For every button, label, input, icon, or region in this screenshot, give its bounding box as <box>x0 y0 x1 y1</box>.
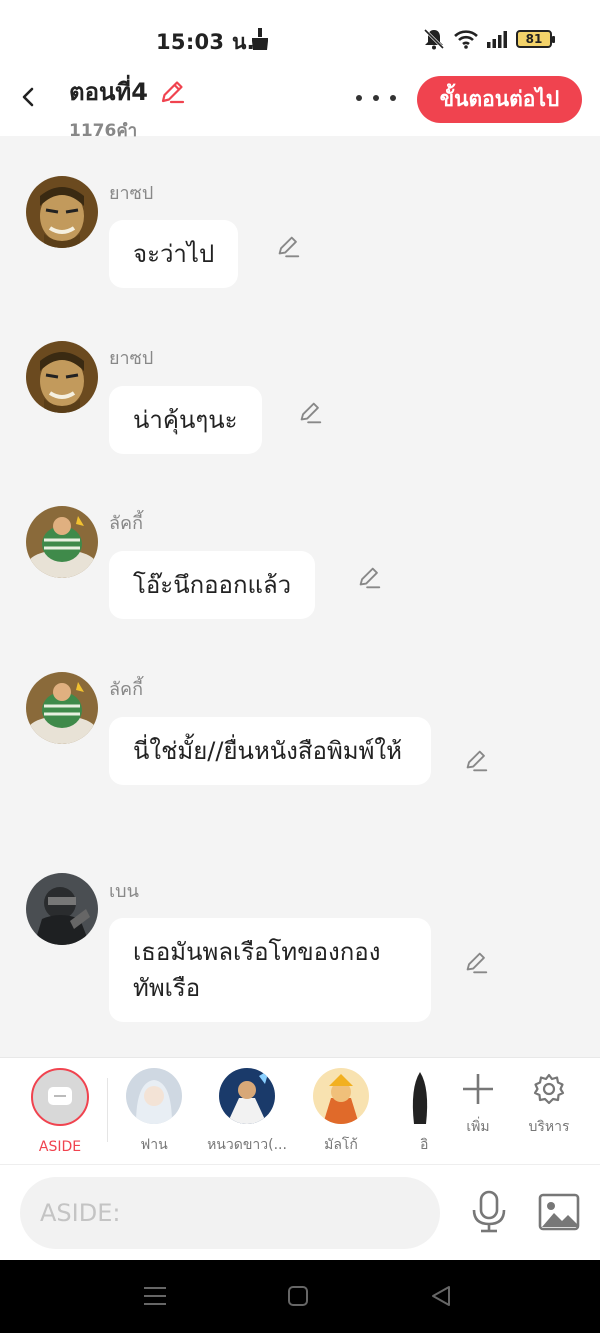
mute-bell-icon <box>423 28 445 50</box>
character-label: มัลโก้ <box>324 1137 358 1153</box>
message-bubble[interactable]: นี่ใช่มั้ย//ยื่นหนังสือพิมพ์ให้ <box>109 717 431 785</box>
chat-bubble-icon <box>48 1087 72 1105</box>
home-icon[interactable] <box>287 1285 309 1307</box>
gear-icon <box>533 1073 565 1105</box>
character-item[interactable]: หนวดขาว(... <box>207 1068 287 1156</box>
chat-area[interactable]: ยาซป จะว่าไป ยาซป น่าคุ้นๆนะ ลัคกี้ โอ๊ะ… <box>0 136 600 1056</box>
speaker-name: ลัคกี้ <box>109 679 143 700</box>
plus-icon <box>463 1074 493 1104</box>
battery-indicator: 81 <box>516 30 555 48</box>
edit-title-icon[interactable] <box>157 77 187 107</box>
speaker-name: เบน <box>109 881 139 902</box>
character-aside[interactable]: ASIDE <box>20 1068 100 1155</box>
edit-message-icon[interactable] <box>462 948 490 976</box>
speaker-name: ยาซป <box>109 183 154 204</box>
more-options-icon[interactable] <box>356 90 396 106</box>
edit-message-icon[interactable] <box>462 746 490 774</box>
character-label: ASIDE <box>38 1139 82 1155</box>
message-bubble[interactable]: โอ๊ะนึกออกแล้ว <box>109 551 316 619</box>
back-icon[interactable] <box>430 1285 452 1307</box>
next-step-button[interactable]: ขั้นตอนต่อไป <box>417 76 582 123</box>
divider <box>107 1078 108 1142</box>
navigation-bar <box>0 1260 600 1333</box>
avatar[interactable] <box>26 506 98 578</box>
title-area: ตอนที่4 1176คำ <box>69 72 187 144</box>
avatar <box>313 1068 369 1124</box>
manage-label: บริหาร <box>528 1119 570 1135</box>
character-label: หนวดขาว(... <box>207 1137 287 1153</box>
message-bubble[interactable]: เธอมันพลเรือโทของกองทัพเรือ <box>109 918 431 1022</box>
character-item[interactable]: มัลโก้ <box>301 1068 381 1156</box>
speaker-name: ลัคกี้ <box>109 513 143 534</box>
message-input[interactable] <box>20 1177 440 1249</box>
edit-message-icon[interactable] <box>274 232 302 260</box>
avatar <box>410 1068 430 1124</box>
input-bar <box>0 1164 600 1260</box>
edit-message-icon[interactable] <box>296 398 324 426</box>
message-bubble[interactable]: จะว่าไป <box>109 220 239 288</box>
broom-icon <box>252 28 268 50</box>
editor-header: ตอนที่4 1176คำ ขั้นตอนต่อไป <box>0 64 600 141</box>
menu-icon[interactable] <box>143 1285 167 1307</box>
character-item[interactable]: ฟาน <box>114 1068 194 1156</box>
avatar[interactable] <box>26 176 98 248</box>
avatar[interactable] <box>26 873 98 945</box>
image-icon[interactable] <box>538 1193 580 1231</box>
wifi-icon <box>454 30 478 49</box>
edit-message-icon[interactable] <box>355 563 383 591</box>
aside-avatar <box>31 1068 89 1126</box>
chapter-title: ตอนที่4 <box>69 78 148 106</box>
status-time: 15:03 น. <box>156 30 255 54</box>
add-label: เพิ่ม <box>466 1119 490 1135</box>
status-bar: 15:03 น. 81 <box>0 0 600 64</box>
manage-button[interactable]: บริหาร <box>517 1072 581 1138</box>
message-bubble[interactable]: น่าคุ้นๆนะ <box>109 386 262 454</box>
add-character-button[interactable]: เพิ่ม <box>446 1072 510 1138</box>
avatar[interactable] <box>26 672 98 744</box>
avatar[interactable] <box>26 341 98 413</box>
character-label: อิ <box>420 1137 429 1153</box>
avatar <box>126 1068 182 1124</box>
microphone-icon[interactable] <box>470 1190 508 1234</box>
character-label: ฟาน <box>140 1137 168 1153</box>
signal-icon <box>487 31 507 48</box>
avatar <box>219 1068 275 1124</box>
character-item[interactable]: อิ <box>380 1068 430 1156</box>
back-arrow-icon[interactable] <box>14 82 44 112</box>
character-bar: ASIDE ฟาน หนวดขาว(... มัลโก้ อิ เพิ่ม บร… <box>0 1057 600 1164</box>
speaker-name: ยาซป <box>109 348 154 369</box>
